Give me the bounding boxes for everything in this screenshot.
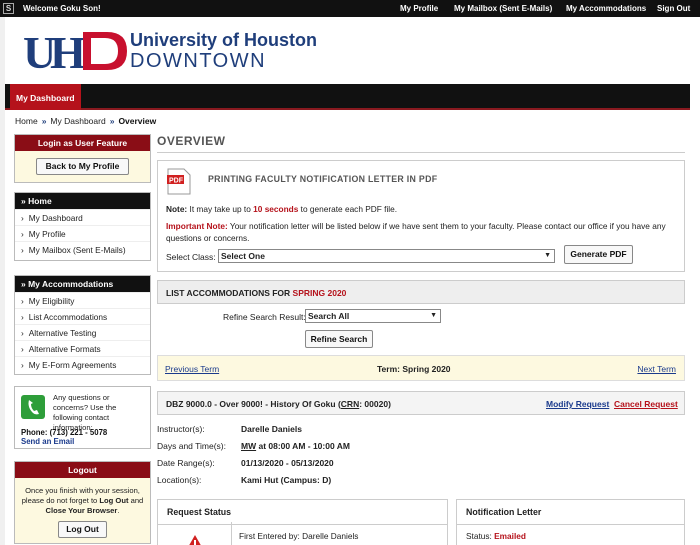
logout-text: Once you finish with your session, pleas… (21, 486, 144, 515)
phone-icon (21, 395, 45, 419)
notification-letter-title: Notification Letter (457, 500, 684, 525)
top-bar: S Welcome Goku Son! My Profile My Mailbo… (0, 0, 700, 17)
brand-line-2: DOWNTOWN (130, 50, 267, 72)
chevron-right-icon: › (21, 344, 24, 354)
top-link-my-mailbox[interactable]: My Mailbox (Sent E-Mails) (454, 4, 552, 13)
divider (231, 522, 232, 545)
contact-phone: Phone: (713) 221 - 5078 (21, 428, 108, 437)
breadcrumb: Home» My Dashboard» Overview (15, 116, 156, 126)
course-title: DBZ 9000.0 - Over 9000! - History Of Gok… (166, 399, 391, 409)
notification-letter-box: Notification Letter Status: Emailed (456, 499, 685, 545)
sidebar-accommodations-title: » My Accommodations (15, 276, 150, 292)
breadcrumb-current: Overview (118, 116, 157, 126)
sidebar-item-list-accommodations[interactable]: › List Accommodations (15, 308, 150, 324)
location-label: Location(s): (157, 475, 202, 485)
date-range-value: 01/13/2020 - 05/13/2020 (241, 458, 334, 468)
instructor-value: Darelle Daniels (241, 424, 302, 434)
top-link-my-accommodations[interactable]: My Accommodations (566, 4, 646, 13)
logout-panel: Logout Once you finish with your session… (14, 461, 151, 544)
window-edge (0, 0, 5, 545)
pdf-panel: PDF PRINTING FACULTY NOTIFICATION LETTER… (157, 160, 685, 272)
logout-title: Logout (15, 462, 150, 478)
sidebar-item-my-eligibility[interactable]: › My Eligibility (15, 292, 150, 308)
breadcrumb-separator-icon: » (109, 116, 115, 126)
tab-my-dashboard[interactable]: My Dashboard (10, 84, 81, 110)
pdf-note: Note: It may take up to 10 seconds to ge… (166, 204, 398, 214)
request-status-title: Request Status (158, 500, 447, 525)
page-title: OVERVIEW (157, 134, 226, 148)
uhd-logo-mark: U H (23, 28, 127, 74)
sidebar-item-my-mailbox[interactable]: › My Mailbox (Sent E-Mails) (15, 241, 150, 257)
top-link-my-profile[interactable]: My Profile (400, 4, 438, 13)
date-range-label: Date Range(s): (157, 458, 215, 468)
sidebar-item-my-dashboard[interactable]: › My Dashboard (15, 209, 150, 225)
breadcrumb-home[interactable]: Home (15, 116, 38, 126)
days-label: Days and Time(s): (157, 441, 226, 451)
send-email-link[interactable]: Send an Email (21, 437, 74, 446)
previous-term-link[interactable]: Previous Term (165, 364, 219, 374)
term-navigation: Previous Term Term: Spring 2020 Next Ter… (157, 355, 685, 381)
svg-text:PDF: PDF (169, 178, 184, 185)
sidebar-item-alternative-formats[interactable]: › Alternative Formats (15, 340, 150, 356)
svg-text:H: H (50, 28, 86, 74)
pdf-icon: PDF (167, 168, 191, 195)
breadcrumb-dashboard[interactable]: My Dashboard (50, 116, 105, 126)
login-as-user-panel: Login as User Feature Back to My Profile (14, 134, 151, 183)
chevron-right-icon: › (21, 245, 24, 255)
chevron-right-icon: › (21, 312, 24, 322)
chevron-right-icon: › (21, 360, 24, 370)
contact-text: Any questions or concerns? Use the follo… (53, 393, 117, 432)
caret-down-icon: ▼ (430, 312, 437, 319)
instructor-label: Instructor(s): (157, 424, 205, 434)
back-to-profile-button[interactable]: Back to My Profile (36, 158, 129, 175)
modify-request-link[interactable]: Modify Request (546, 399, 609, 409)
sidebar-home-title: » Home (15, 193, 150, 209)
sidebar-item-e-form-agreements[interactable]: › My E-Form Agreements (15, 356, 150, 372)
login-as-user-title: Login as User Feature (15, 135, 150, 151)
generate-pdf-button[interactable]: Generate PDF (564, 245, 633, 264)
location-value: Kami Hut (Campus: D) (241, 475, 332, 485)
warning-icon (186, 534, 204, 545)
contact-panel: Any questions or concerns? Use the follo… (14, 386, 151, 449)
chevron-right-icon: › (21, 229, 24, 239)
list-accommodations-heading: LIST ACCOMMODATIONS FOR SPRING 2020 (157, 280, 685, 304)
refine-search-button[interactable]: Refine Search (305, 330, 373, 348)
sidebar-home-section: » Home › My Dashboard › My Profile › My Mai… (14, 192, 151, 261)
top-link-sign-out[interactable]: Sign Out (657, 4, 690, 13)
caret-down-icon: ▼ (544, 252, 551, 259)
divider (157, 152, 685, 153)
request-status-box: Request Status First Entered by: Darelle… (157, 499, 448, 545)
main-nav: My Dashboard (5, 84, 690, 110)
course-header: DBZ 9000.0 - Over 9000! - History Of Gok… (157, 391, 685, 415)
breadcrumb-separator-icon: » (41, 116, 47, 126)
pdf-important-note: Important Note: Your notification letter… (166, 221, 666, 243)
welcome-text: Welcome Goku Son! (23, 4, 101, 13)
next-term-link[interactable]: Next Term (637, 364, 676, 374)
sidebar-accommodations-section: » My Accommodations › My Eligibility › Lis… (14, 275, 151, 375)
select-class-label: Select Class: (166, 252, 216, 262)
refine-label: Refine Search Result: (223, 312, 306, 322)
sidebar-item-my-profile[interactable]: › My Profile (15, 225, 150, 241)
logout-button[interactable]: Log Out (58, 521, 107, 538)
site-icon: S (3, 3, 14, 14)
chevron-right-icon: › (21, 296, 24, 306)
brand-line-1: University of Houston (130, 30, 318, 50)
pdf-heading: PRINTING FACULTY NOTIFICATION LETTER IN … (208, 174, 438, 184)
select-class-dropdown[interactable]: Select One ▼ (218, 249, 555, 263)
current-term: Term: Spring 2020 (377, 364, 451, 374)
cancel-request-link[interactable]: Cancel Request (614, 399, 678, 409)
notification-status: Status: Emailed (466, 531, 526, 541)
chevron-right-icon: › (21, 328, 24, 338)
chevron-right-icon: › (21, 213, 24, 223)
days-value: MW at 08:00 AM - 10:00 AM (241, 441, 350, 451)
sidebar-item-alternative-testing[interactable]: › Alternative Testing (15, 324, 150, 340)
first-entered-by: First Entered by: Darelle Daniels (239, 531, 359, 541)
refine-search-dropdown[interactable]: Search All ▼ (305, 309, 441, 323)
